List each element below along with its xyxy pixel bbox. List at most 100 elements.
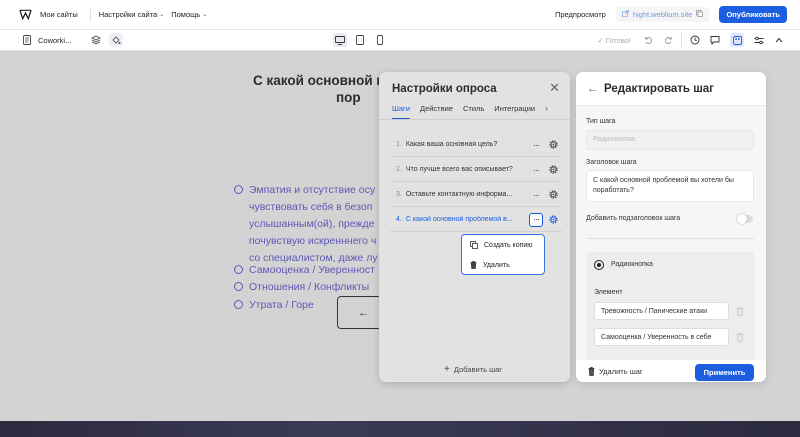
step-item[interactable]: 1. Какая ваша основная цель? ···: [390, 133, 562, 157]
step-label: Оставьте контактную информа...: [405, 191, 513, 198]
delete-step-item[interactable]: Удалить: [470, 261, 510, 269]
gear-icon[interactable]: [548, 139, 559, 150]
sliders-icon[interactable]: [752, 33, 766, 47]
gear-icon[interactable]: [548, 189, 559, 200]
help-menu[interactable]: Помощь ⌄: [171, 10, 207, 19]
tab-steps[interactable]: Шаги: [392, 104, 410, 119]
step-number: 4.: [396, 216, 402, 223]
divider: [89, 7, 91, 22]
step-title-field[interactable]: С какой основной проблемой вы хотели бы …: [586, 170, 754, 202]
copy-icon: [470, 241, 478, 249]
history-icon[interactable]: [688, 33, 702, 47]
radio-icon: [234, 282, 243, 291]
plus-icon: +: [444, 364, 450, 375]
more-icon[interactable]: ···: [529, 190, 543, 200]
answer-option-4[interactable]: Утрата / Горе: [234, 297, 314, 314]
radio-type-label: Радиокнопка: [611, 261, 653, 268]
step-title-label: Заголовок шага: [586, 159, 637, 166]
site-url-link[interactable]: hight.weblium.site: [615, 7, 710, 22]
answer-option-2-label: Самооценка / Уверенност: [249, 264, 375, 276]
step-item[interactable]: 3. Оставьте контактную информа... ···: [390, 183, 562, 207]
copy-icon[interactable]: [696, 10, 704, 19]
step-type-field[interactable]: Радиокнопка: [586, 130, 754, 150]
site-settings-menu[interactable]: Настройки сайта ⌄: [99, 10, 165, 19]
apps-icon[interactable]: [730, 33, 744, 47]
chevron-right-icon[interactable]: ›: [545, 104, 548, 119]
add-step-label: Добавить шаг: [453, 365, 502, 374]
step-item[interactable]: 2. Что лучше всего вас описывает? ···: [390, 158, 562, 182]
element-field[interactable]: Тревожность / Панические атаки: [594, 302, 729, 320]
edit-panel-footer: Удалить шаг Применить: [576, 360, 766, 382]
desktop-view-icon[interactable]: [333, 33, 348, 47]
trash-icon: [470, 261, 477, 269]
gear-icon[interactable]: [548, 214, 559, 225]
undo-icon[interactable]: [641, 33, 655, 47]
element-field[interactable]: Самооценка / Уверенность в себе: [594, 328, 729, 346]
trash-icon[interactable]: [736, 333, 744, 342]
preview-button[interactable]: Предпросмотр: [555, 10, 606, 19]
step-context-menu: Создать копию Удалить: [461, 234, 545, 275]
site-settings-label: Настройки сайта: [98, 10, 158, 19]
delete-step-label: Удалить шаг: [599, 366, 643, 376]
step-number: 3.: [396, 191, 402, 198]
chevron-up-icon[interactable]: [772, 33, 786, 47]
trash-icon: [588, 366, 595, 376]
more-icon[interactable]: ···: [529, 140, 543, 150]
divider: [681, 33, 682, 47]
gear-icon[interactable]: [548, 164, 559, 175]
delete-step-label: Удалить: [483, 261, 510, 269]
mobile-view-icon[interactable]: [373, 33, 387, 47]
more-icon[interactable]: ···: [529, 165, 543, 175]
answer-option-1-line2: чувствовать себя в безоп: [249, 201, 373, 213]
subtitle-toggle-label: Добавить подзаголовок шага: [586, 215, 681, 222]
my-sites-link[interactable]: Мои сайты: [40, 10, 78, 19]
weblium-logo-icon[interactable]: [19, 9, 32, 20]
answer-option-3-label: Отношения / Конфликты: [249, 281, 370, 293]
close-icon[interactable]: ✕: [549, 81, 560, 94]
editor-toolbar: Coworki... ✓ Готово!: [0, 30, 800, 51]
divider: [586, 238, 754, 239]
top-bar: Мои сайты Настройки сайта ⌄ Помощь ⌄ Предп…: [0, 0, 800, 30]
answer-option-1[interactable]: Эмпатия и отсутствие осу чувствовать себ…: [234, 182, 378, 267]
edit-panel-header: ← Редактировать шаг: [576, 72, 766, 106]
add-step-button[interactable]: + Добавить шаг: [444, 364, 502, 375]
page-icon: [20, 33, 34, 47]
step-item-active[interactable]: 4. С какой основной проблемой в... ···: [390, 208, 562, 232]
step-number: 1.: [396, 141, 402, 148]
help-label: Помощь: [171, 10, 201, 19]
duplicate-step-item[interactable]: Создать копию: [470, 241, 533, 249]
step-label: Что лучше всего вас описывает?: [405, 166, 513, 173]
arrow-left-icon[interactable]: ←: [587, 83, 598, 95]
redo-icon[interactable]: [661, 33, 675, 47]
paint-bucket-icon[interactable]: [109, 33, 124, 47]
chevron-down-icon: ⌄: [202, 12, 208, 18]
tablet-view-icon[interactable]: [353, 33, 367, 47]
external-link-icon: [621, 10, 629, 19]
panel-title: Настройки опроса: [392, 83, 497, 95]
page-name[interactable]: Coworki...: [38, 36, 71, 45]
trash-icon[interactable]: [736, 307, 744, 316]
answer-option-3[interactable]: Отношения / Конфликты: [234, 279, 369, 296]
delete-step-button[interactable]: Удалить шаг: [588, 367, 643, 376]
radio-icon: [234, 185, 243, 194]
apply-button[interactable]: Применить: [695, 364, 754, 381]
duplicate-step-label: Создать копию: [484, 241, 533, 249]
answer-option-1-line3: услышанным(ой), прежде: [249, 218, 375, 230]
save-status: ✓ Готово!: [597, 35, 631, 45]
tab-integrations[interactable]: Интеграции: [494, 104, 535, 119]
layers-icon[interactable]: [89, 33, 103, 47]
tab-style[interactable]: Стиль: [463, 104, 484, 119]
edit-panel-title: Редактировать шаг: [604, 82, 714, 95]
comment-icon[interactable]: [708, 33, 722, 47]
publish-button[interactable]: Опубликовать: [719, 6, 787, 23]
answer-option-1-line1: Эмпатия и отсутствие осу: [249, 184, 376, 196]
question-title-line1: С какой основной п: [253, 73, 385, 88]
answer-option-4-label: Утрата / Горе: [249, 299, 314, 311]
more-icon[interactable]: ···: [529, 212, 543, 227]
answer-option-2[interactable]: Самооценка / Уверенност: [234, 262, 375, 279]
survey-settings-panel: Настройки опроса ✕ Шаги Действие Стиль И…: [379, 72, 570, 382]
subtitle-toggle[interactable]: [737, 214, 753, 224]
footer-section: [0, 421, 800, 437]
tab-action[interactable]: Действие: [420, 104, 453, 119]
radio-selected-icon[interactable]: [594, 260, 604, 270]
